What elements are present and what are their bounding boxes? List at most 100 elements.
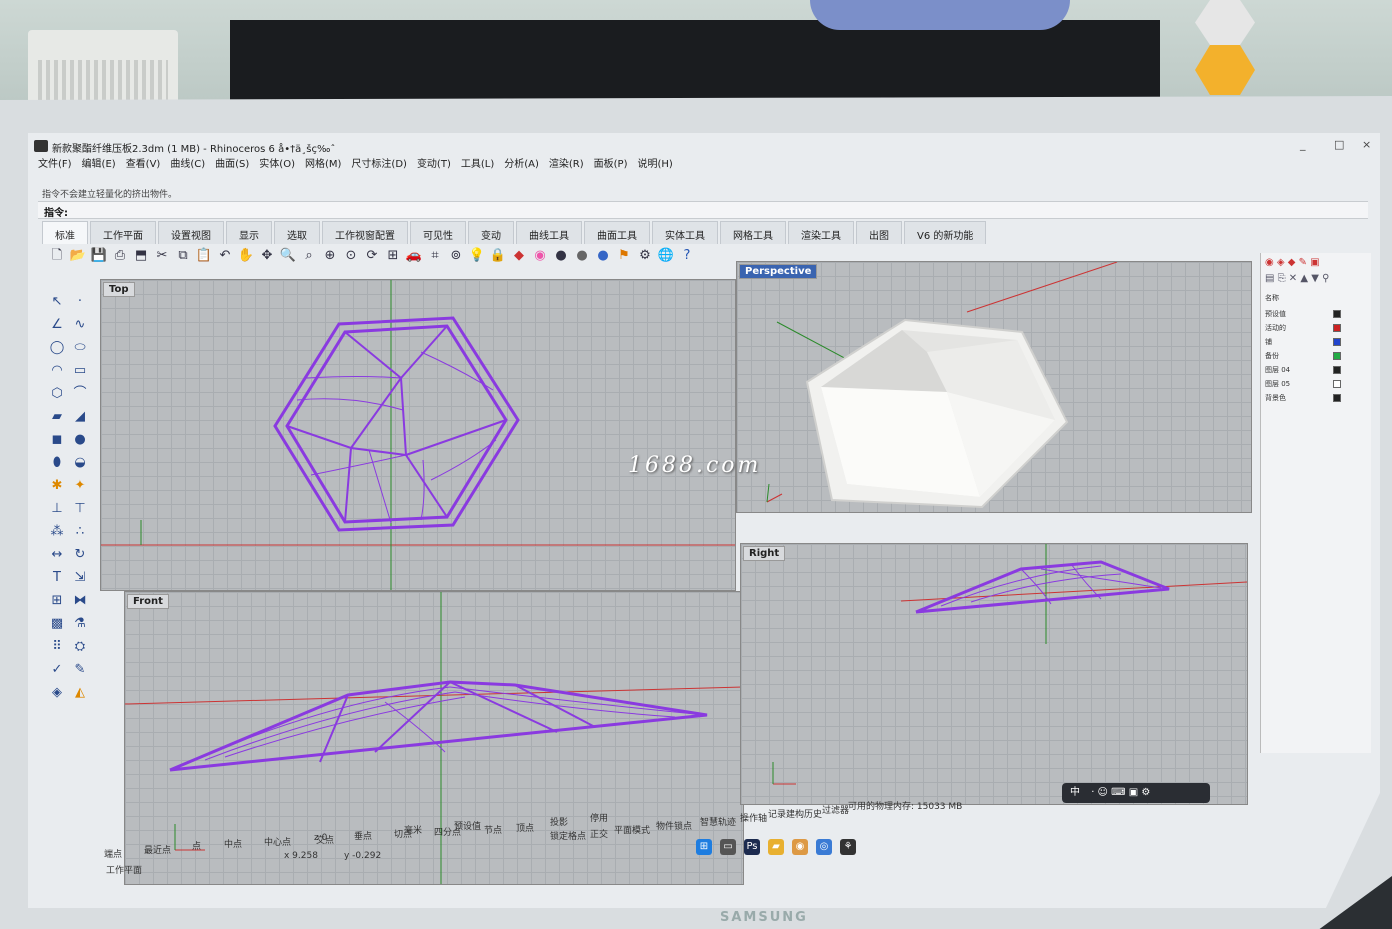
menu-edit[interactable]: 编辑(E) <box>82 155 116 173</box>
viewport-label-front[interactable]: Front <box>127 594 169 609</box>
osnap-toggle[interactable]: 物件锁点 <box>656 819 692 832</box>
car-icon[interactable]: 🚗 <box>405 247 423 265</box>
menu-help[interactable]: 说明(H) <box>638 155 673 173</box>
menu-analyze[interactable]: 分析(A) <box>504 155 539 173</box>
rotate-view-icon[interactable]: ⟳ <box>363 247 381 265</box>
undo-icon[interactable]: ↶ <box>216 247 234 265</box>
viewport-perspective[interactable]: Perspective <box>736 261 1252 513</box>
import-icon[interactable]: ⬒ <box>132 247 150 265</box>
gear-icon[interactable]: ⚙ <box>636 247 654 265</box>
move-icon[interactable]: ✥ <box>258 247 276 265</box>
layer-color-swatch[interactable] <box>1333 380 1341 388</box>
viewport-right[interactable]: Right <box>740 543 1248 805</box>
array-icon[interactable]: ⊞ <box>46 590 68 612</box>
viewport-label-right[interactable]: Right <box>743 546 786 561</box>
light-bulb-icon[interactable]: 💡 <box>468 247 486 265</box>
menu-tools[interactable]: 工具(L) <box>461 155 494 173</box>
close-button[interactable]: × <box>1362 138 1371 151</box>
zoom-icon[interactable]: 🔍 <box>279 247 297 265</box>
tab-viewport-layout[interactable]: 工作视窗配置 <box>322 221 408 244</box>
tab-surface-tools[interactable]: 曲面工具 <box>584 221 650 244</box>
grid-icon[interactable]: ⌗ <box>426 247 444 265</box>
record-history-toggle[interactable]: 记录建构历史 <box>768 807 822 820</box>
osnap-vertex[interactable]: 顶点 <box>516 821 534 834</box>
tab-new-in-v6[interactable]: V6 的新功能 <box>904 221 987 244</box>
tab-render-tools[interactable]: 渲染工具 <box>788 221 854 244</box>
planar-toggle[interactable]: 平面模式 <box>614 823 650 836</box>
ungroup-icon[interactable]: ∴ <box>69 521 91 543</box>
layer-color-swatch[interactable] <box>1333 338 1341 346</box>
layer-row[interactable]: 图层 05 <box>1265 379 1290 389</box>
viewport-label-top[interactable]: Top <box>103 282 135 297</box>
point-tool-icon[interactable]: · <box>69 291 91 313</box>
osnap-midpoint[interactable]: 中点 <box>224 837 242 850</box>
text-icon[interactable]: T <box>46 567 68 589</box>
join-icon[interactable]: ✦ <box>69 475 91 497</box>
lock-icon[interactable]: 🔒 <box>489 247 507 265</box>
tab-drafting[interactable]: 出图 <box>856 221 902 244</box>
cut-icon[interactable]: ✂ <box>153 247 171 265</box>
smarttrack-toggle[interactable]: 智慧轨迹 <box>700 815 736 828</box>
save-icon[interactable]: 💾 <box>90 247 108 265</box>
analyze-icon[interactable]: ⚗ <box>69 613 91 635</box>
ime-mode-label[interactable]: 中 <box>1070 787 1080 798</box>
osnap-near[interactable]: 最近点 <box>144 843 171 856</box>
layer-color-swatch[interactable] <box>1333 366 1341 374</box>
tab-curve-tools[interactable]: 曲线工具 <box>516 221 582 244</box>
move-tool-icon[interactable]: ↔ <box>46 544 68 566</box>
gumball-toggle[interactable]: 操作轴 <box>740 811 767 824</box>
projection-toggle[interactable]: 投影 <box>550 815 568 828</box>
group-icon[interactable]: ⁂ <box>46 521 68 543</box>
polyline-icon[interactable]: ∠ <box>46 314 68 336</box>
minimize-button[interactable]: _ <box>1300 138 1306 151</box>
menu-view[interactable]: 查看(V) <box>126 155 161 173</box>
cylinder-icon[interactable]: ⬮ <box>46 452 68 474</box>
layer-row[interactable]: 铺 <box>1265 337 1272 347</box>
flag-icon[interactable]: ⚑ <box>615 247 633 265</box>
tab-visibility[interactable]: 可见性 <box>410 221 466 244</box>
menu-file[interactable]: 文件(F) <box>38 155 72 173</box>
maximize-button[interactable]: □ <box>1334 138 1344 151</box>
select-arrow-icon[interactable]: ↖ <box>46 291 68 313</box>
open-folder-icon[interactable]: 📂 <box>69 247 87 265</box>
layer-color-swatch[interactable] <box>1333 352 1341 360</box>
osnap-perpendicular[interactable]: 垂点 <box>354 829 372 842</box>
layer-row[interactable]: 活动的 <box>1265 323 1286 333</box>
paste-icon[interactable]: 📋 <box>195 247 213 265</box>
layer-color-icon[interactable]: ◆ <box>510 247 528 265</box>
disable-osnap-toggle[interactable]: 停用 <box>590 811 608 824</box>
zoom-selected-icon[interactable]: ⊙ <box>342 247 360 265</box>
sphere-blue-icon[interactable]: ● <box>594 247 612 265</box>
explode-icon[interactable]: ✱ <box>46 475 68 497</box>
layer-color-swatch[interactable] <box>1333 310 1341 318</box>
help-icon[interactable]: ? <box>678 247 696 265</box>
layer-row[interactable]: 备份 <box>1265 351 1279 361</box>
pan-icon[interactable]: ✋ <box>237 247 255 265</box>
tab-mesh-tools[interactable]: 网格工具 <box>720 221 786 244</box>
menu-panels[interactable]: 面板(P) <box>594 155 628 173</box>
rotate-tool-icon[interactable]: ↻ <box>69 544 91 566</box>
tab-display[interactable]: 显示 <box>226 221 272 244</box>
box-icon[interactable]: ◼ <box>46 429 68 451</box>
grid-snap-toggle[interactable]: 锁定格点 <box>550 829 586 842</box>
four-views-icon[interactable]: ⊞ <box>384 247 402 265</box>
fillet-icon[interactable]: ⌒ <box>69 383 91 405</box>
edit-pencil-icon[interactable]: ✎ <box>69 659 91 681</box>
menu-dimension[interactable]: 尺寸标注(D) <box>351 155 407 173</box>
render-icon[interactable]: ⛭ <box>69 636 91 658</box>
circle-icon[interactable]: ◯ <box>46 337 68 359</box>
mesh-icon[interactable]: ▩ <box>46 613 68 635</box>
layer-color-swatch[interactable] <box>1333 394 1341 402</box>
tab-cplanes[interactable]: 工作平面 <box>90 221 156 244</box>
osnap-tangent[interactable]: 切点 <box>394 827 412 840</box>
surface-icon[interactable]: ▰ <box>46 406 68 428</box>
filter-toggle[interactable]: 过滤器 <box>822 803 849 816</box>
zoom-extents-icon[interactable]: ⊕ <box>321 247 339 265</box>
sphere-render-icon[interactable]: ● <box>573 247 591 265</box>
boolean-icon[interactable]: ◒ <box>69 452 91 474</box>
trim-icon[interactable]: ⊥ <box>46 498 68 520</box>
sphere-shade-icon[interactable]: ● <box>552 247 570 265</box>
layer-color-swatch[interactable] <box>1333 324 1341 332</box>
polygon-icon[interactable]: ⬡ <box>46 383 68 405</box>
layer-row[interactable]: 背景色 <box>1265 393 1286 403</box>
